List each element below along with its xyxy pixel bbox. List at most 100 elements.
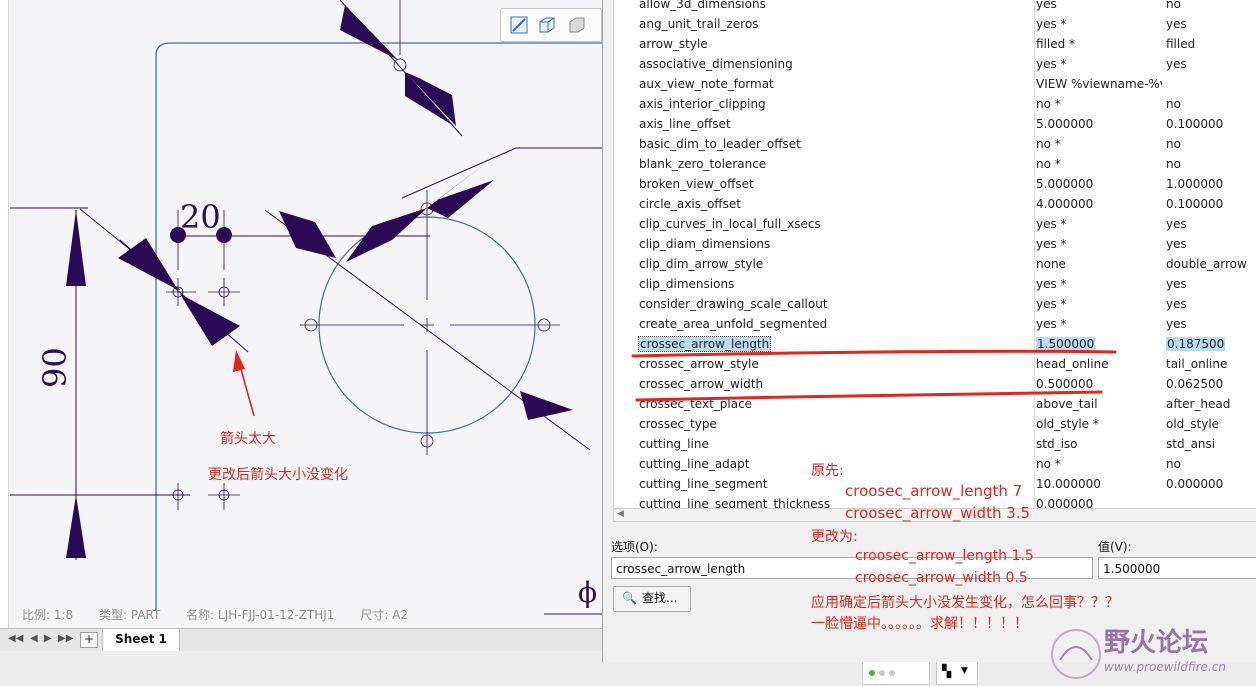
watermark-url: www.proewildfire.cn xyxy=(1104,660,1226,674)
last-sheet-icon[interactable]: ▶▶ xyxy=(58,633,73,644)
view-3d-cube-icon[interactable] xyxy=(537,15,557,35)
option-value-text: 4.000000 xyxy=(1036,197,1094,211)
option-value-cell[interactable]: no * xyxy=(1036,137,1162,151)
table-row[interactable]: crossec_arrow_style head_online tail_onlin… xyxy=(614,354,1256,374)
table-row[interactable]: basic_dim_to_leader_offset no * no xyxy=(614,134,1256,154)
section-arrow-3 xyxy=(427,160,494,218)
option-name-cell: crossec_type xyxy=(639,417,717,431)
table-row[interactable]: associative_dimensioning yes * yes xyxy=(614,54,1256,74)
option-value-text: 0.500000 xyxy=(1036,377,1094,391)
table-row[interactable]: axis_line_offset 5.000000 0.100000 xyxy=(614,114,1256,134)
table-row[interactable]: consider_drawing_scale_callout yes * yes xyxy=(614,294,1256,314)
table-row[interactable]: ang_unit_trail_zeros yes * yes xyxy=(614,14,1256,34)
dimension-text-20[interactable]: 20 xyxy=(180,198,221,236)
option-value-text: yes * xyxy=(1036,277,1067,291)
status-size: 尺寸: A2 xyxy=(360,608,408,622)
option-value-cell[interactable]: filled * xyxy=(1036,37,1162,51)
table-row[interactable]: aux_view_note_format VIEW %viewname-%vi xyxy=(614,74,1256,94)
option-value-cell[interactable]: yes * xyxy=(1036,17,1162,31)
dimension-text-90[interactable]: 90 xyxy=(36,347,74,388)
diameter-symbol[interactable]: ϕ xyxy=(578,576,597,609)
prev-sheet-icon[interactable]: ◀ xyxy=(30,633,38,644)
option-default-cell: 0.187500 xyxy=(1166,337,1226,351)
dim-arrow-right xyxy=(180,294,240,346)
view-2d-icon[interactable] xyxy=(509,15,529,35)
option-value-cell[interactable]: yes * xyxy=(1036,297,1162,311)
option-name-cell: clip_dimensions xyxy=(639,277,735,291)
option-name-cell: aux_view_note_format xyxy=(639,77,774,91)
option-value-cell[interactable]: VIEW %viewname-%vi xyxy=(1036,77,1162,91)
option-value-cell[interactable]: old_style * xyxy=(1036,417,1162,431)
option-value-cell[interactable]: no * xyxy=(1036,97,1162,111)
table-row[interactable]: crossec_arrow_length 1.500000 0.187500 xyxy=(614,334,1256,354)
option-value-cell[interactable]: 1.500000 xyxy=(1036,337,1162,351)
option-value-cell[interactable]: above_tail xyxy=(1036,397,1162,411)
option-value-cell[interactable]: yes * xyxy=(1036,217,1162,231)
view-shaded-icon[interactable] xyxy=(567,15,587,35)
option-name-cell: crossec_arrow_style xyxy=(639,357,759,371)
section-arrow-2 xyxy=(520,391,573,420)
option-value-text: no * xyxy=(1036,97,1061,111)
option-value-cell[interactable]: 0.500000 xyxy=(1036,377,1162,391)
next-sheet-icon[interactable]: ▶ xyxy=(44,633,52,644)
table-row[interactable]: create_area_unfold_segmented yes * yes xyxy=(614,314,1256,334)
table-row[interactable]: cutting_line std_iso std_ansi xyxy=(614,434,1256,454)
table-row[interactable]: broken_view_offset 5.000000 1.000000 xyxy=(614,174,1256,194)
scroll-left-icon[interactable]: ◀ xyxy=(617,509,624,519)
option-value-cell[interactable]: 5.000000 xyxy=(1036,117,1162,131)
status-dot-gray-1 xyxy=(879,670,885,676)
option-default-cell: 1.000000 xyxy=(1166,177,1224,191)
option-value-text: yes * xyxy=(1036,57,1067,71)
option-name-cell: blank_zero_tolerance xyxy=(639,157,767,171)
tab-sheet-1[interactable]: Sheet 1 xyxy=(102,629,180,652)
table-row[interactable]: blank_zero_tolerance no * no xyxy=(614,154,1256,174)
option-value-cell[interactable]: yes xyxy=(1036,0,1162,11)
first-sheet-icon[interactable]: ◀◀ xyxy=(8,633,23,644)
drawing-geometry xyxy=(10,0,604,615)
option-value-cell[interactable]: std_iso xyxy=(1036,437,1162,451)
table-row[interactable]: crossec_type old_style * old_style xyxy=(614,414,1256,434)
option-value-cell[interactable]: yes * xyxy=(1036,57,1162,71)
option-value-cell[interactable]: head_online xyxy=(1036,357,1162,371)
option-value-text: none xyxy=(1036,257,1066,271)
option-value-cell[interactable]: yes * xyxy=(1036,237,1162,251)
option-default-cell: 0.100000 xyxy=(1166,197,1224,211)
table-row[interactable]: clip_curves_in_local_full_xsecs yes * yes xyxy=(614,214,1256,234)
option-name-cell: arrow_style xyxy=(639,37,708,51)
option-name-cell: cutting_line_segment xyxy=(639,477,768,491)
table-row[interactable]: crossec_text_place above_tail after_head xyxy=(614,394,1256,414)
find-button[interactable]: 🔍 查找... xyxy=(613,586,691,612)
status-scale: 比例: 1:8 xyxy=(22,608,74,622)
option-value-cell[interactable]: yes * xyxy=(1036,277,1162,291)
option-name-cell: crossec_text_place xyxy=(639,397,753,411)
drawing-canvas[interactable]: 20 90 ϕ 箭头太大 更改后箭头大小没变化 比例: 1:8 类型: PART… xyxy=(0,0,604,628)
option-value-cell[interactable]: 4.000000 xyxy=(1036,197,1162,211)
table-row[interactable]: clip_dimensions yes * yes xyxy=(614,274,1256,294)
option-value-cell[interactable]: yes * xyxy=(1036,317,1162,331)
table-row[interactable]: clip_diam_dimensions yes * yes xyxy=(614,234,1256,254)
option-value-cell[interactable]: no * xyxy=(1036,157,1162,171)
table-row[interactable]: allow_3d_dimensions yes no xyxy=(614,0,1256,14)
annotation-question: 应用确定后箭头大小没发生变化，怎么回事？？？ xyxy=(811,595,1119,611)
option-value-cell[interactable]: no * xyxy=(1036,457,1162,471)
table-row[interactable]: circle_axis_offset 4.000000 0.100000 xyxy=(614,194,1256,214)
options-table[interactable]: allow_3d_dimensions yes no ang_unit_trail_z… xyxy=(613,0,1256,509)
filter-dropdown[interactable]: ▚ ▼ xyxy=(936,661,978,685)
value-input[interactable]: 1.500000 xyxy=(1098,557,1256,579)
option-default-cell: yes xyxy=(1166,57,1187,71)
table-row[interactable]: axis_interior_clipping no * no xyxy=(614,94,1256,114)
option-value-cell[interactable]: 10.000000 xyxy=(1036,477,1162,491)
table-row[interactable]: crossec_arrow_width 0.500000 0.062500 xyxy=(614,374,1256,394)
option-default-cell: tail_online xyxy=(1166,357,1228,371)
option-value-cell[interactable]: 5.000000 xyxy=(1036,177,1162,191)
option-value-cell[interactable]: none xyxy=(1036,257,1162,271)
table-row[interactable]: cutting_line_adapt no * no xyxy=(614,454,1256,474)
annotation-original-title: 原先: xyxy=(811,463,844,479)
option-name-cell: circle_axis_offset xyxy=(639,197,741,211)
table-row[interactable]: arrow_style filled * filled xyxy=(614,34,1256,54)
option-default-cell: yes xyxy=(1166,217,1187,231)
add-sheet-button[interactable]: + xyxy=(80,632,98,648)
value-label: 值(V): xyxy=(1098,540,1132,554)
option-value-text: old_style * xyxy=(1036,417,1099,431)
table-row[interactable]: clip_dim_arrow_style none double_arrow xyxy=(614,254,1256,274)
